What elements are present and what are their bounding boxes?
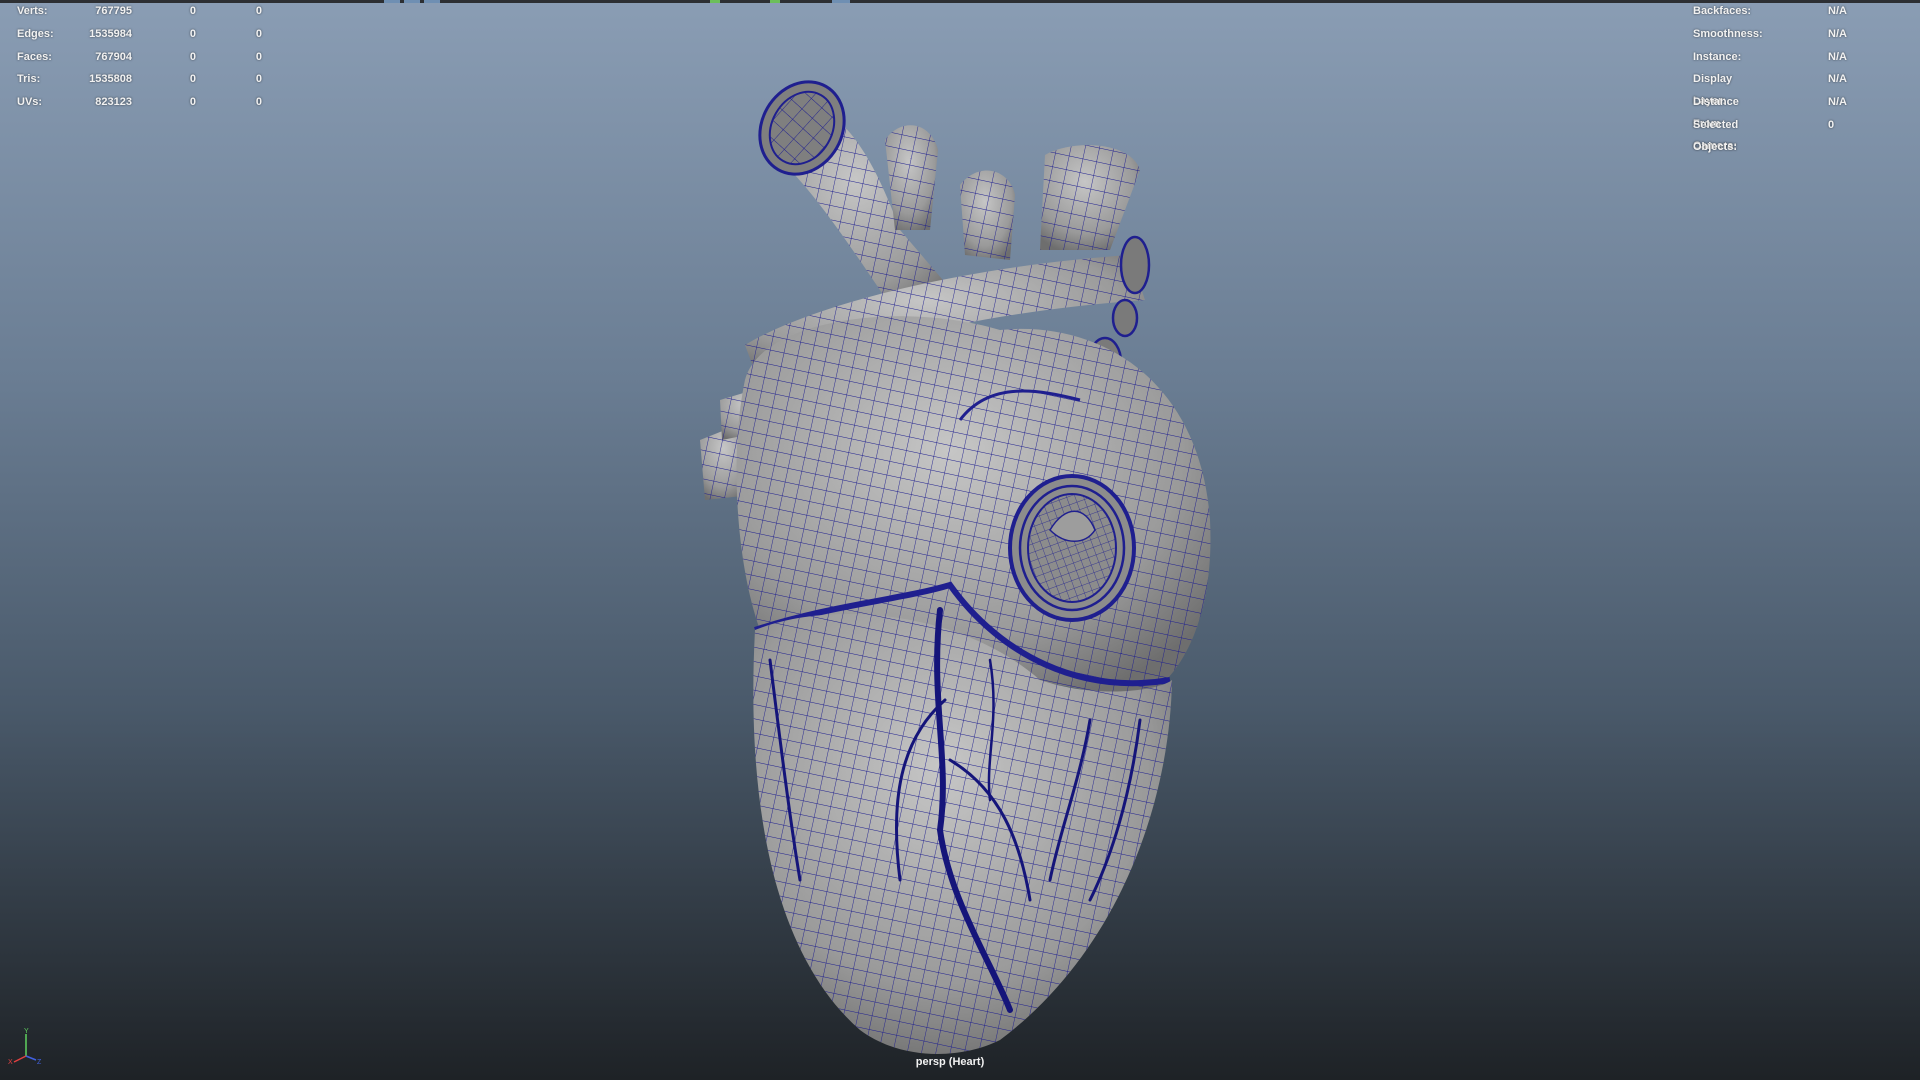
axis-y-label: Y: [24, 1028, 29, 1035]
info-value: N/A: [1828, 28, 1847, 40]
stat-component: 0: [255, 51, 262, 63]
stat-selected: 0: [189, 51, 196, 63]
stat-component: 0: [255, 96, 262, 108]
stat-label: Verts:: [17, 5, 48, 17]
info-value: N/A: [1828, 5, 1847, 17]
stat-selected: 0: [189, 73, 196, 85]
axis-gizmo-icon: Y X Z: [8, 1028, 42, 1066]
stat-label: UVs:: [17, 96, 43, 108]
axis-x-label: X: [8, 1059, 13, 1066]
axis-z-line: [25, 1055, 37, 1061]
stat-label: Faces:: [17, 51, 52, 63]
info-value: N/A: [1828, 96, 1847, 108]
info-value: 0: [1828, 119, 1835, 131]
stat-selected: 0: [189, 28, 196, 40]
stat-label: Edges:: [17, 28, 54, 40]
vessel-branches: [885, 125, 1140, 260]
info-label: Instance:: [1693, 51, 1742, 63]
stat-component: 0: [255, 5, 262, 17]
stat-component: 0: [255, 28, 262, 40]
stat-value: 1535808: [89, 73, 132, 85]
info-label: Backfaces:: [1693, 5, 1752, 17]
stat-value: 767795: [95, 5, 132, 17]
stat-selected: 0: [189, 5, 196, 17]
heart-valve: [1008, 474, 1136, 622]
3d-viewport[interactable]: [0, 0, 1920, 1080]
heart-mesh[interactable]: [700, 66, 1211, 1054]
info-label: Selected Objects:: [1693, 119, 1739, 153]
stat-selected: 0: [189, 96, 196, 108]
axis-z-label: Z: [37, 1059, 42, 1066]
stat-value: 1535984: [89, 28, 132, 40]
camera-label: persp (Heart): [915, 1056, 985, 1068]
info-label: Smoothness:: [1693, 28, 1763, 40]
stat-value: 823123: [95, 96, 132, 108]
info-value: N/A: [1828, 73, 1847, 85]
axis-x-line: [13, 1055, 27, 1063]
info-value: N/A: [1828, 51, 1847, 63]
stat-value: 767904: [95, 51, 132, 63]
stat-label: Tris:: [17, 73, 41, 85]
stat-component: 0: [255, 73, 262, 85]
